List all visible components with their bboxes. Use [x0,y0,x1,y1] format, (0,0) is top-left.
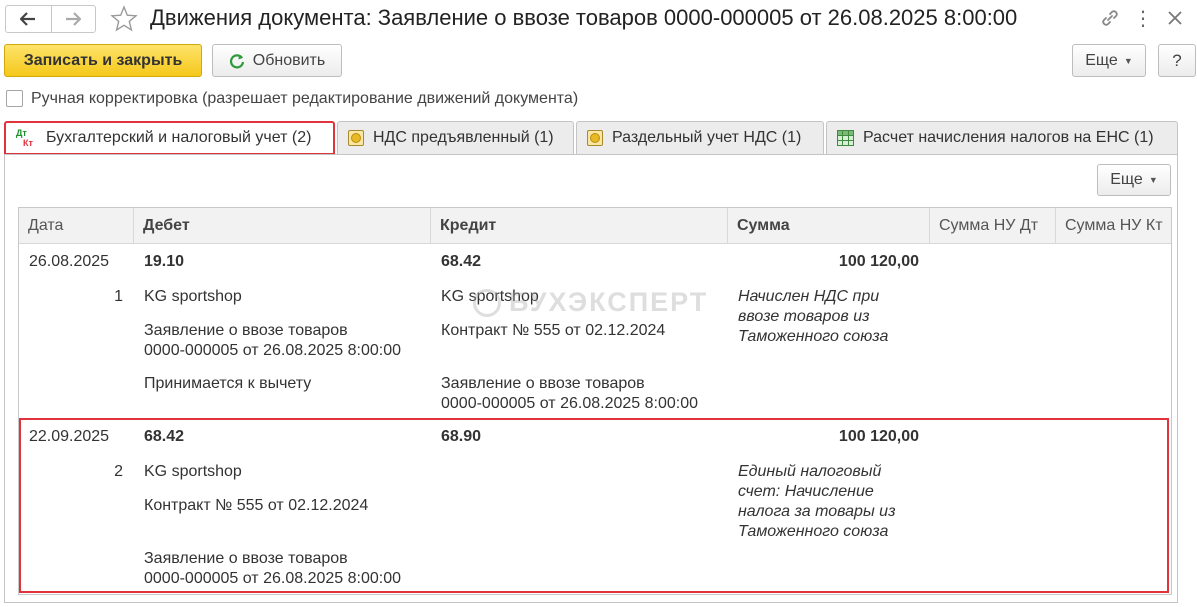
star-icon [110,4,138,32]
refresh-button[interactable]: Обновить [212,44,342,77]
forward-button[interactable] [50,6,96,32]
row1-debit-account: 19.10 [144,253,185,270]
row1-credit-subconto3: Заявление о ввозе товаров [441,375,645,392]
column-header-amount[interactable]: Сумма [728,208,930,244]
more-button[interactable]: Еще ▼ [1072,44,1146,77]
watermark-text: БУХЭКСПЕРТ [509,287,709,317]
row1-amount: 100 120,00 [838,253,919,270]
column-header-tax-amount-kt[interactable]: Сумма НУ Кт [1056,208,1171,244]
dt-kt-icon: Дт Кт [16,128,33,148]
row1-debit-subconto2: Заявление о ввозе товаров [144,322,348,339]
link-button[interactable] [1097,6,1123,30]
manual-edit-checkbox[interactable] [6,90,23,107]
watermark-logo-icon [473,288,501,317]
row1-credit-subconto2: Контракт № 555 от 02.12.2024 [441,322,666,339]
refresh-icon [229,53,244,68]
save-and-close-button[interactable]: Записать и закрыть [4,44,202,77]
back-button[interactable] [6,6,51,32]
tab-accounting[interactable]: Дт Кт Бухгалтерский и налоговый учет (2) [4,121,335,155]
close-icon [1168,11,1182,25]
tab-label: Бухгалтерский и налоговый учет (2) [46,129,312,146]
column-header-credit[interactable]: Кредит [431,208,728,244]
help-button[interactable]: ? [1158,44,1196,77]
window-title: Движения документа: Заявление о ввозе то… [150,5,1018,30]
row1-date: 26.08.2025 [29,253,110,270]
row1-debit-subconto1: KG sportshop [144,288,242,305]
register-icon [587,130,603,146]
more-label: Еще [1110,171,1143,188]
table-grid-icon [837,130,854,146]
column-header-date[interactable]: Дата [19,208,134,244]
row-highlight-frame [19,418,1169,593]
arrow-right-icon [66,12,82,26]
row1-content-line2: ввозе товаров из [738,308,870,325]
row1-credit-subconto3-line2: 0000-000005 от 26.08.2025 8:00:00 [441,395,698,412]
navigation-buttons [5,5,96,33]
more-vertical-icon[interactable]: ⋮ [1131,6,1155,30]
favorite-button[interactable] [108,3,140,33]
tab-label: Расчет начисления налогов на ЕНС (1) [863,129,1154,146]
row1-credit-account: 68.42 [441,253,482,270]
row1-content-line3: Таможенного союза [738,328,889,345]
more-label: Еще [1085,51,1118,69]
column-header-tax-amount-dt[interactable]: Сумма НУ Дт [930,208,1056,244]
caret-down-icon: ▼ [1148,175,1158,185]
tab-label: НДС предъявленный (1) [373,129,554,146]
refresh-label: Обновить [252,51,326,69]
caret-down-icon: ▼ [1123,55,1133,66]
row1-debit-subconto2-line2: 0000-000005 от 26.08.2025 8:00:00 [144,342,401,359]
tab-label: Раздельный учет НДС (1) [612,129,802,146]
watermark: БУХЭКСПЕРТ [473,287,708,318]
row1-content-line1: Начислен НДС при [738,288,880,305]
row1-debit-subconto3: Принимается к вычету [144,375,312,392]
tab-vat-presented[interactable]: НДС предъявленный (1) [337,121,574,154]
register-icon [348,130,364,146]
arrow-left-icon [20,12,36,26]
link-icon [1102,10,1118,26]
tab-separate-vat[interactable]: Раздельный учет НДС (1) [576,121,824,154]
tab-ens-taxes[interactable]: Расчет начисления налогов на ЕНС (1) [826,121,1178,154]
manual-edit-label: Ручная корректировка (разрешает редактир… [31,90,579,107]
column-header-debit[interactable]: Дебет [134,208,431,244]
panel-more-button[interactable]: Еще ▼ [1097,164,1171,196]
row1-number: 1 [114,288,123,305]
close-button[interactable] [1163,6,1187,30]
